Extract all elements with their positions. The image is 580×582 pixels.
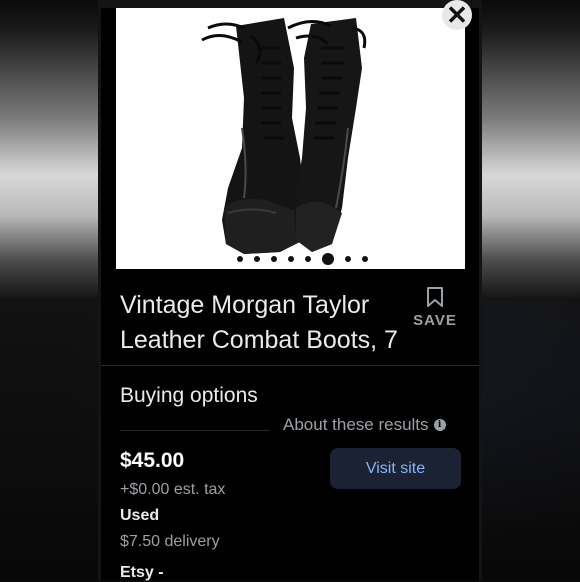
divider <box>120 430 270 431</box>
offer-tax: +$0.00 est. tax <box>120 481 226 498</box>
boots-photo-icon <box>201 18 367 254</box>
about-results-link[interactable]: About these results i <box>283 415 446 435</box>
carousel-dot[interactable] <box>305 256 311 262</box>
buying-options-heading: Buying options <box>120 384 258 407</box>
close-button[interactable]: ✕ <box>442 0 472 30</box>
product-title: Vintage Morgan Taylor Leather Combat Boo… <box>120 288 420 358</box>
carousel-dot[interactable] <box>237 256 243 262</box>
save-button[interactable]: SAVE <box>410 286 460 329</box>
carousel-dot[interactable] <box>362 256 368 262</box>
offer-delivery: $7.50 delivery <box>120 533 220 550</box>
bookmark-icon <box>427 287 443 307</box>
offer-seller: Etsy - <box>120 564 164 581</box>
carousel-dot[interactable] <box>254 256 260 262</box>
visit-site-button[interactable]: Visit site <box>330 448 461 489</box>
close-icon: ✕ <box>446 0 468 30</box>
carousel-dot[interactable] <box>271 256 277 262</box>
product-image[interactable] <box>116 8 465 269</box>
carousel-dots[interactable] <box>116 253 465 265</box>
carousel-dot[interactable] <box>345 256 351 262</box>
about-results-label: About these results <box>283 415 429 434</box>
offer-condition: Used <box>120 507 160 524</box>
info-icon: i <box>433 419 446 431</box>
carousel-dot[interactable] <box>288 256 294 262</box>
divider <box>101 365 479 366</box>
carousel-dot-active[interactable] <box>322 253 334 265</box>
product-title-line2: Leather Combat Boots, 7 <box>120 326 398 354</box>
product-title-line1: Vintage Morgan Taylor <box>120 291 370 319</box>
offer-price: $45.00 <box>120 449 185 472</box>
save-label: SAVE <box>413 312 457 329</box>
